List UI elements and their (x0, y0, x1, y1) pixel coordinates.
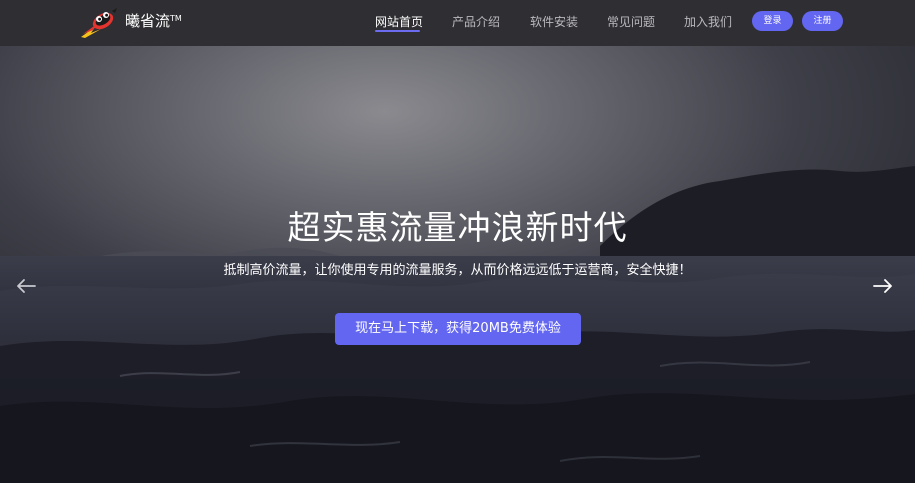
arrow-left-icon[interactable] (14, 274, 38, 298)
nav-home[interactable]: 网站首页 (375, 12, 423, 32)
login-button[interactable]: 登录 (752, 11, 793, 31)
nav-active-indicator (375, 30, 420, 32)
nav-faq[interactable]: 常见问题 (607, 12, 655, 32)
register-button[interactable]: 注册 (802, 11, 843, 31)
page: 曦省流TM 网站首页 产品介绍 软件安装 常见问题 加入我们 登录 注册 超实惠… (0, 0, 915, 483)
hero-title: 超实惠流量冲浪新时代 (287, 208, 628, 247)
nav-product-intro[interactable]: 产品介绍 (452, 12, 500, 32)
arrow-right-icon[interactable] (871, 274, 895, 298)
nav-join-us[interactable]: 加入我们 (684, 12, 732, 32)
download-cta-button[interactable]: 现在马上下载，获得20MB免费体验 (335, 313, 581, 345)
top-nav-bar: 曦省流TM 网站首页 产品介绍 软件安装 常见问题 加入我们 登录 注册 (0, 0, 915, 46)
trademark-mark: TM (170, 14, 182, 23)
brand-name[interactable]: 曦省流TM (125, 11, 182, 31)
hero-banner: 超实惠流量冲浪新时代 抵制高价流量，让你使用专用的流量服务，从而价格远远低于运营… (0, 46, 915, 483)
hero-subtitle: 抵制高价流量，让你使用专用的流量服务，从而价格远远低于运营商，安全快捷！ (223, 263, 692, 278)
nav-software-install[interactable]: 软件安装 (530, 12, 578, 32)
rocket-logo-icon[interactable] (79, 7, 119, 39)
